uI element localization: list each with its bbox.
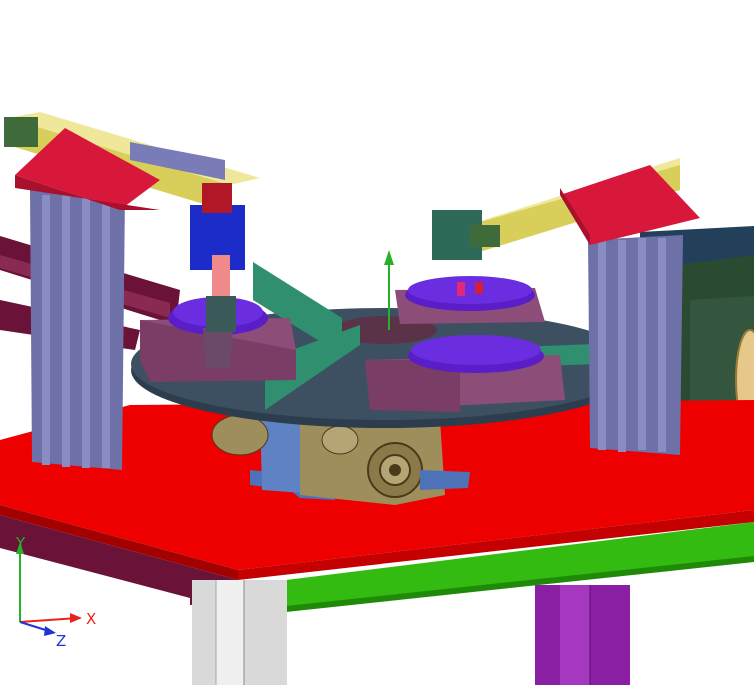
cad-scene: Y X Z [0,112,754,685]
z-axis-label: Z [56,632,66,650]
cad-viewport[interactable]: Y X Z [0,0,754,685]
left-column [30,190,125,470]
right-column [588,235,683,455]
y-axis-label: Y [15,534,26,552]
table-leg-left [192,580,287,685]
x-axis-label: X [86,610,96,628]
table-leg-right [535,585,630,685]
z-axis-arrowhead [44,626,56,636]
x-axis-arrowhead [70,613,82,623]
x-axis-line [19,617,79,623]
fixture-back [395,276,545,324]
